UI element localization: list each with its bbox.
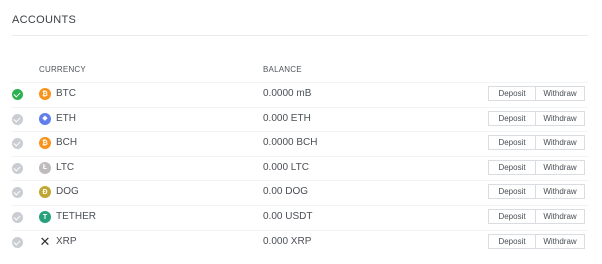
action-button-group: Deposit Withdraw: [488, 86, 585, 101]
balance-value: 0.000 XRP: [263, 235, 312, 247]
balance-value: 0.0000 BCH: [263, 137, 318, 149]
account-row-eth: ◆ ETH 0.000 ETH Deposit Withdraw: [0, 106, 602, 131]
account-row-bch: ₿ BCH 0.0000 BCH Deposit Withdraw: [0, 131, 602, 155]
check-circle-icon[interactable]: [12, 138, 23, 150]
balance-value: 0.000 ETH: [263, 112, 311, 124]
withdraw-button[interactable]: Withdraw: [536, 184, 585, 200]
action-button-group: Deposit Withdraw: [488, 209, 585, 224]
row-divider: [12, 205, 588, 206]
tether-icon: T: [39, 211, 51, 223]
account-row-ltc: Ł LTC 0.000 LTC Deposit Withdraw: [0, 155, 602, 180]
row-divider: [12, 82, 588, 83]
currency-symbol: XRP: [56, 235, 77, 247]
deposit-button[interactable]: Deposit: [488, 159, 536, 175]
balance-value: 0.00 DOG: [263, 186, 309, 198]
deposit-button[interactable]: Deposit: [488, 86, 536, 101]
row-divider: [12, 180, 588, 182]
currency-symbol: TETHER: [56, 211, 96, 222]
account-row-dog: Ð DOG 0.00 DOG Deposit Withdraw: [0, 180, 602, 204]
withdraw-button[interactable]: Withdraw: [536, 135, 585, 151]
page-title: ACCOUNTS: [12, 14, 77, 26]
withdraw-button[interactable]: Withdraw: [536, 233, 585, 249]
deposit-button[interactable]: Deposit: [488, 135, 536, 151]
deposit-button[interactable]: Deposit: [488, 110, 536, 126]
currency-symbol: BTC: [56, 88, 76, 99]
check-circle-icon[interactable]: [12, 162, 23, 174]
deposit-button[interactable]: Deposit: [488, 209, 536, 224]
xrp-icon: ✕: [39, 234, 51, 250]
title-divider: [12, 35, 588, 36]
action-button-group: Deposit Withdraw: [488, 159, 585, 175]
balance-value: 0.000 LTC: [263, 161, 309, 173]
action-button-group: Deposit Withdraw: [488, 110, 585, 126]
row-divider: [12, 131, 588, 133]
bitcoin-icon: ₿: [39, 88, 51, 100]
check-circle-icon[interactable]: [12, 89, 23, 100]
accounts-panel: ACCOUNTS CURRENCY BALANCE ₿ BTC 0.0000 mB D…: [0, 0, 602, 264]
litecoin-icon: Ł: [39, 161, 51, 174]
withdraw-button[interactable]: Withdraw: [536, 86, 585, 101]
balance-value: 0.0000 mB: [263, 88, 312, 99]
action-button-group: Deposit Withdraw: [488, 135, 585, 151]
currency-symbol: BCH: [56, 137, 78, 149]
balance-value: 0.00 USDT: [263, 211, 313, 222]
currency-symbol: LTC: [56, 161, 75, 173]
dogecoin-icon: Ð: [39, 186, 51, 199]
withdraw-button[interactable]: Withdraw: [536, 159, 585, 175]
account-row-xrp: ✕ XRP 0.000 XRP Deposit Withdraw: [0, 229, 602, 254]
check-circle-icon[interactable]: [12, 236, 23, 248]
check-circle-icon[interactable]: [12, 113, 23, 125]
deposit-button[interactable]: Deposit: [488, 184, 536, 200]
check-circle-icon[interactable]: [12, 187, 23, 199]
ethereum-icon: ◆: [39, 112, 51, 125]
deposit-button[interactable]: Deposit: [488, 233, 536, 249]
row-divider: [12, 155, 588, 157]
currency-symbol: DOG: [56, 186, 79, 198]
withdraw-button[interactable]: Withdraw: [536, 209, 585, 224]
account-row-tether: T TETHER 0.00 USDT Deposit Withdraw: [0, 205, 602, 229]
check-circle-icon[interactable]: [12, 212, 23, 223]
currency-symbol: ETH: [56, 112, 76, 124]
column-header-balance: BALANCE: [263, 65, 302, 74]
column-header-currency: CURRENCY: [39, 65, 86, 74]
account-row-btc: ₿ BTC 0.0000 mB Deposit Withdraw: [0, 82, 602, 106]
action-button-group: Deposit Withdraw: [488, 233, 585, 249]
action-button-group: Deposit Withdraw: [488, 184, 585, 200]
withdraw-button[interactable]: Withdraw: [536, 110, 585, 126]
row-divider: [12, 106, 588, 108]
row-divider: [12, 229, 588, 231]
bitcoin-cash-icon: ₿: [39, 137, 51, 150]
